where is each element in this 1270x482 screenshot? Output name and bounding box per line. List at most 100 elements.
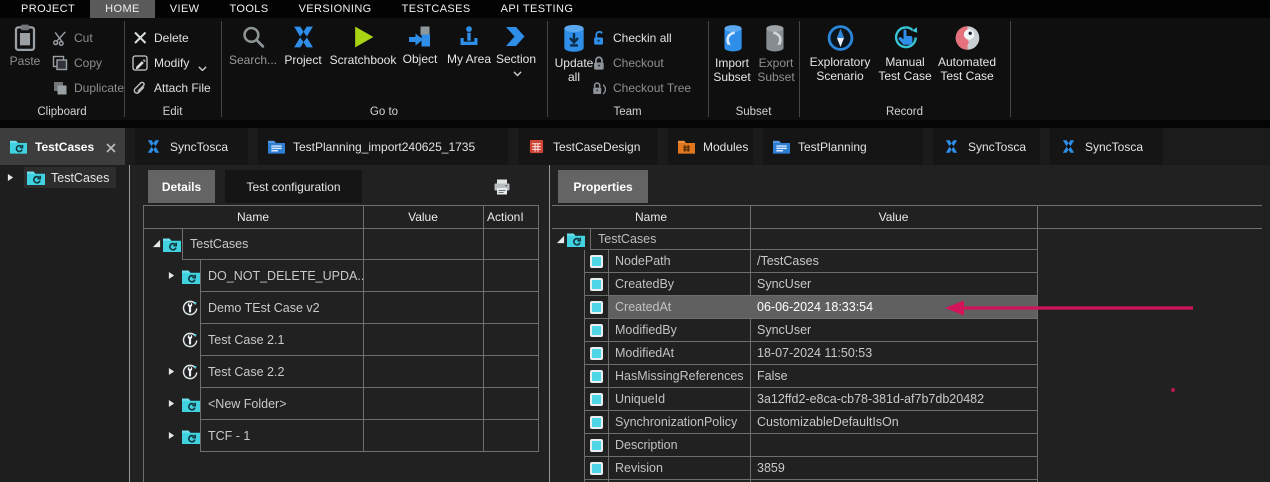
tab-testplanning-import240625-1735[interactable]: TestPlanning_import240625_1735 bbox=[258, 128, 508, 165]
pencil-icon bbox=[132, 55, 148, 71]
property-icon-cell bbox=[584, 319, 609, 342]
table-row[interactable]: <New Folder> bbox=[130, 388, 550, 420]
ribbon-button-label: Cut bbox=[74, 31, 93, 45]
tab-testplanning[interactable]: TestPlanning bbox=[763, 128, 923, 165]
cell-value bbox=[363, 356, 484, 388]
ribbon-button-delete[interactable]: Delete bbox=[132, 28, 189, 48]
expander-collapsed-icon[interactable] bbox=[168, 271, 175, 280]
duplicate-icon bbox=[52, 80, 68, 96]
property-square-icon bbox=[590, 347, 603, 360]
cell-name: <New Folder> bbox=[200, 388, 364, 420]
ribbon-button-label: Project bbox=[284, 54, 321, 68]
table-row[interactable]: UniqueId3a12ffd2-e8ca-cb78-381d-af7b7db2… bbox=[552, 388, 1042, 411]
ribbon-button-checkout-tree[interactable]: Checkout Tree bbox=[591, 78, 691, 98]
table-row[interactable]: Revision3859 bbox=[552, 457, 1042, 480]
table-row[interactable]: NodePath/TestCases bbox=[552, 250, 1042, 273]
ribbon-button-cut[interactable]: Cut bbox=[52, 28, 93, 48]
ribbon-button-import-subset[interactable]: Import Subset bbox=[710, 24, 754, 84]
table-row[interactable]: Description bbox=[552, 434, 1042, 457]
table-row[interactable]: HasMissingReferencesFalse bbox=[552, 365, 1042, 388]
table-row[interactable]: TCF - 1 bbox=[130, 420, 550, 452]
document-tabstrip: TestCases SyncTosca TestPlanning_import240… bbox=[0, 128, 1270, 165]
ribbon-button-manual-test-case[interactable]: Manual Test Case bbox=[877, 24, 933, 83]
ribbon-button-project[interactable]: Project bbox=[279, 24, 327, 68]
ribbon-button-scratchbook[interactable]: Scratchbook bbox=[325, 24, 401, 68]
ribbon-button-paste[interactable]: Paste bbox=[2, 24, 48, 69]
ribbon-button-label: Exploratory Scenario bbox=[805, 56, 875, 83]
column-header-value: Value bbox=[363, 205, 483, 228]
tab-test-configuration[interactable]: Test configuration bbox=[225, 170, 362, 203]
tab-modules[interactable]: Modules bbox=[668, 128, 753, 165]
table-row[interactable]: CreatedBySyncUser bbox=[552, 273, 1042, 296]
menu-item-testcases[interactable]: TESTCASES bbox=[387, 0, 486, 18]
menu-item-view[interactable]: VIEW bbox=[155, 0, 215, 18]
expander-expanded-icon[interactable] bbox=[556, 235, 565, 244]
ribbon-button-checkin-all[interactable]: Checkin all bbox=[591, 28, 672, 48]
cell-name: NodePath bbox=[608, 250, 751, 273]
expander-collapsed-icon[interactable] bbox=[168, 399, 175, 408]
ribbon-button-export-subset[interactable]: Export Subset bbox=[754, 24, 798, 84]
ribbon-button-copy[interactable]: Copy bbox=[52, 53, 102, 73]
menu-item-home[interactable]: HOME bbox=[90, 0, 155, 18]
tab-properties[interactable]: Properties bbox=[558, 170, 648, 203]
expander-collapsed-icon[interactable] bbox=[168, 367, 175, 376]
close-icon[interactable] bbox=[106, 142, 116, 152]
property-icon-cell bbox=[584, 342, 609, 365]
table-row[interactable]: SynchronizationPolicyCustomizableDefault… bbox=[552, 411, 1042, 434]
ribbon-button-my-area[interactable]: My Area bbox=[443, 24, 495, 67]
sidebar-item-testcases[interactable]: TestCases bbox=[0, 167, 109, 188]
tab-synctosca[interactable]: SyncTosca bbox=[135, 128, 248, 165]
cell-value: 3859 bbox=[750, 457, 1038, 480]
menu-item-project[interactable]: PROJECT bbox=[6, 0, 90, 18]
print-button[interactable] bbox=[493, 178, 511, 196]
ribbon-button-exploratory-scenario[interactable]: Exploratory Scenario bbox=[805, 24, 875, 83]
table-row[interactable]: Test Case 2.2 bbox=[130, 356, 550, 388]
table-row[interactable]: TestCases bbox=[130, 228, 550, 260]
cell-value bbox=[750, 228, 1038, 250]
cell-value: 18-07-2024 11:50:53 bbox=[750, 342, 1038, 365]
property-icon-cell bbox=[584, 296, 609, 319]
ribbon-button-section[interactable]: Section bbox=[490, 24, 542, 73]
expander-collapsed-icon[interactable] bbox=[7, 173, 14, 182]
ribbon-button-attach-file[interactable]: Attach File bbox=[132, 78, 211, 98]
ribbon-button-duplicate[interactable]: Duplicate bbox=[52, 78, 124, 98]
table-row[interactable]: TestCases bbox=[552, 228, 1042, 250]
db-import-icon bbox=[718, 24, 746, 53]
menu-item-api-testing[interactable]: API TESTING bbox=[486, 0, 589, 18]
parrot-icon bbox=[954, 24, 981, 52]
tab-testcases[interactable]: TestCases bbox=[0, 128, 125, 165]
cell-value bbox=[363, 388, 484, 420]
table-row[interactable]: DO_NOT_DELETE_UPDA... bbox=[130, 260, 550, 292]
ribbon-button-label: Manual Test Case bbox=[877, 56, 933, 83]
expander-collapsed-icon[interactable] bbox=[168, 431, 175, 440]
testcases-folder-icon bbox=[163, 237, 181, 252]
ribbon-button-object[interactable]: Object bbox=[397, 24, 443, 67]
ribbon-button-checkout[interactable]: Checkout bbox=[591, 53, 664, 73]
ribbon: PasteCutCopyDuplicateClipboardDeleteModi… bbox=[0, 18, 1270, 120]
sidebar-item-label: TestCases bbox=[51, 171, 109, 185]
ribbon-button-modify[interactable]: Modify bbox=[132, 53, 207, 73]
tab-synctosca[interactable]: SyncTosca bbox=[933, 128, 1040, 165]
column-header-value: Value bbox=[750, 205, 1037, 228]
ribbon-group-go-to: Search...Project ScratchbookObjectMy Area… bbox=[221, 18, 547, 120]
menubar: PROJECTHOMEVIEWTOOLSVERSIONINGTESTCASESA… bbox=[0, 0, 1270, 18]
table-row[interactable]: Demo TEst Case v2 bbox=[130, 292, 550, 324]
menu-item-tools[interactable]: TOOLS bbox=[214, 0, 283, 18]
table-row[interactable]: Test Case 2.1 bbox=[130, 324, 550, 356]
menu-item-versioning[interactable]: VERSIONING bbox=[284, 0, 387, 18]
tab-testcasedesign[interactable]: TestCaseDesign bbox=[518, 128, 658, 165]
object-icon bbox=[408, 24, 432, 49]
paperclip-icon bbox=[132, 80, 148, 96]
tab-synctosca[interactable]: SyncTosca bbox=[1050, 128, 1163, 165]
table-row[interactable]: ModifiedAt18-07-2024 11:50:53 bbox=[552, 342, 1042, 365]
expander-expanded-icon[interactable] bbox=[152, 239, 161, 248]
db-export-icon bbox=[762, 24, 790, 53]
tosca-window: PROJECTHOMEVIEWTOOLSVERSIONINGTESTCASESA… bbox=[0, 0, 1270, 482]
ribbon-button-automated-test-case[interactable]: Automated Test Case bbox=[935, 24, 999, 83]
ribbon-button-label: Attach File bbox=[154, 81, 211, 95]
ribbon-group-clipboard: PasteCutCopyDuplicateClipboard bbox=[0, 18, 124, 120]
cell-action bbox=[483, 420, 539, 452]
tab-details[interactable]: Details bbox=[148, 170, 215, 203]
table-row[interactable]: ModifiedBySyncUser bbox=[552, 319, 1042, 342]
ribbon-button-search-[interactable]: Search... bbox=[225, 24, 281, 68]
